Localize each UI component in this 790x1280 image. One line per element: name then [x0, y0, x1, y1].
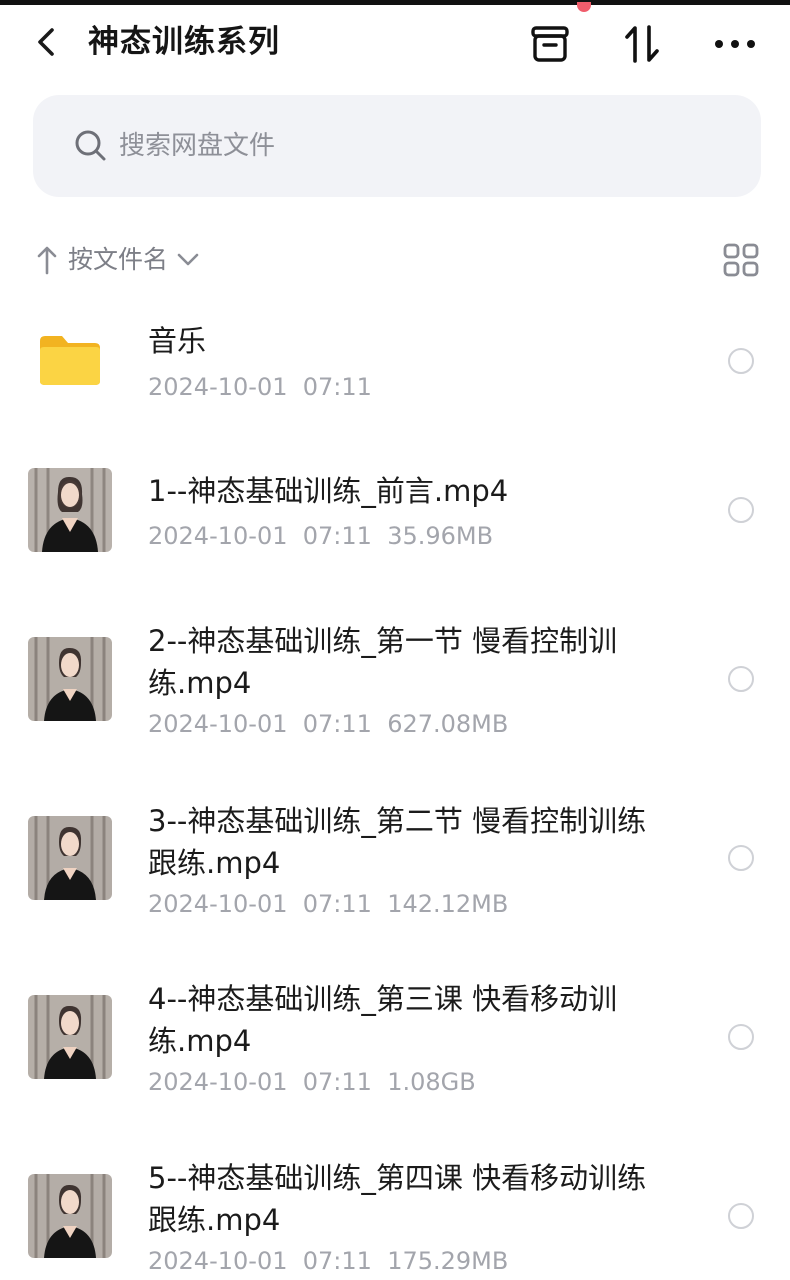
folder-icon — [40, 336, 100, 385]
video-thumbnail — [28, 995, 112, 1079]
file-name: 4--神态基础训练_第三课 快看移动训练.mp4 — [148, 982, 618, 1058]
file-time: 07:11 — [302, 1068, 372, 1096]
select-checkbox[interactable] — [728, 1203, 754, 1229]
select-checkbox[interactable] — [728, 666, 754, 692]
file-date: 2024-10-01 — [148, 373, 288, 401]
list-item[interactable]: 1--神态基础训练_前言.mp4 2024-10-01 07:11 35.96M… — [0, 460, 790, 580]
list-item[interactable]: 2--神态基础训练_第一节 慢看控制训练.mp4 2024-10-01 07:1… — [0, 620, 790, 760]
select-checkbox[interactable] — [728, 1024, 754, 1050]
file-name: 音乐 — [148, 324, 207, 358]
file-date: 2024-10-01 — [148, 522, 288, 550]
file-time: 07:11 — [302, 373, 372, 401]
select-checkbox[interactable] — [728, 845, 754, 871]
file-time: 07:11 — [302, 1247, 372, 1275]
file-meta: 2024-10-01 07:11 175.29MB — [148, 1245, 508, 1277]
search-bar[interactable] — [33, 95, 761, 197]
file-size: 175.29MB — [387, 1247, 509, 1275]
arrow-up-icon — [37, 246, 57, 275]
sort-label: 按文件名 — [68, 245, 169, 274]
file-meta: 2024-10-01 07:11 142.12MB — [148, 888, 508, 920]
file-time: 07:11 — [302, 710, 372, 738]
chevron-left-icon — [38, 28, 54, 56]
file-meta: 2024-10-01 07:11 35.96MB — [148, 520, 493, 552]
page-title: 神态训练系列 — [88, 24, 280, 60]
file-meta: 2024-10-01 07:11 — [148, 371, 372, 403]
list-item[interactable]: 4--神态基础训练_第三课 快看移动训练.mp4 2024-10-01 07:1… — [0, 978, 790, 1118]
video-thumbnail — [28, 637, 112, 721]
file-date: 2024-10-01 — [148, 1247, 288, 1275]
list-item[interactable]: 3--神态基础训练_第二节 慢看控制训练 跟练.mp4 2024-10-01 0… — [0, 800, 790, 940]
file-size: 1.08GB — [387, 1068, 476, 1096]
file-meta: 2024-10-01 07:11 627.08MB — [148, 708, 508, 740]
select-checkbox[interactable] — [728, 497, 754, 523]
chevron-down-icon — [177, 253, 199, 266]
file-name: 5--神态基础训练_第四课 快看移动训练 跟练.mp4 — [148, 1161, 647, 1237]
file-name: 2--神态基础训练_第一节 慢看控制训练.mp4 — [148, 624, 618, 700]
select-checkbox[interactable] — [728, 348, 754, 374]
file-name: 3--神态基础训练_第二节 慢看控制训练 跟练.mp4 — [148, 804, 647, 880]
file-size: 142.12MB — [387, 890, 509, 918]
video-thumbnail — [28, 1174, 112, 1258]
sort-updown-icon — [625, 25, 659, 63]
file-time: 07:11 — [302, 522, 372, 550]
sort-selector[interactable]: 按文件名 — [36, 238, 200, 282]
search-input[interactable] — [119, 123, 719, 169]
search-icon — [75, 130, 106, 161]
file-size: 627.08MB — [387, 710, 509, 738]
list-item[interactable]: 音乐 2024-10-01 07:11 — [0, 300, 790, 420]
more-dots-icon — [715, 40, 755, 48]
app-header: 神态训练系列 — [0, 10, 790, 74]
more-button[interactable] — [713, 22, 757, 66]
video-thumbnail — [28, 468, 112, 552]
file-name: 1--神态基础训练_前言.mp4 — [148, 474, 509, 508]
file-date: 2024-10-01 — [148, 1068, 288, 1096]
file-size: 35.96MB — [387, 522, 494, 550]
archive-box-icon — [531, 26, 569, 62]
archive-button[interactable] — [528, 22, 572, 66]
grid-view-icon[interactable] — [722, 242, 760, 278]
file-date: 2024-10-01 — [148, 890, 288, 918]
back-button[interactable] — [26, 22, 66, 62]
list-item[interactable]: 5--神态基础训练_第四课 快看移动训练 跟练.mp4 2024-10-01 0… — [0, 1157, 790, 1280]
file-meta: 2024-10-01 07:11 1.08GB — [148, 1066, 476, 1098]
sort-order-button[interactable] — [620, 22, 664, 66]
video-thumbnail — [28, 816, 112, 900]
file-time: 07:11 — [302, 890, 372, 918]
file-date: 2024-10-01 — [148, 710, 288, 738]
status-bar-edge — [0, 0, 790, 5]
